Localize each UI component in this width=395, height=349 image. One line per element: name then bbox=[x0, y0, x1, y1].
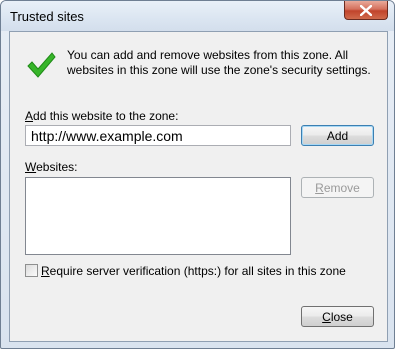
window-title: Trusted sites bbox=[10, 9, 84, 24]
close-icon bbox=[360, 4, 372, 16]
zone-description: You can add and remove websites from thi… bbox=[67, 48, 371, 77]
trusted-sites-dialog: Trusted sites You can add and remove web… bbox=[0, 0, 395, 349]
add-button[interactable]: Add bbox=[301, 125, 374, 146]
require-https-checkbox[interactable] bbox=[25, 264, 38, 277]
websites-list[interactable] bbox=[25, 177, 291, 255]
require-https-label[interactable]: Require server verification (https:) for… bbox=[41, 264, 346, 278]
add-website-label: Add this website to the zone: bbox=[25, 109, 179, 123]
dialog-content: You can add and remove websites from thi… bbox=[9, 31, 388, 342]
remove-button[interactable]: Remove bbox=[301, 177, 374, 198]
close-button[interactable]: Close bbox=[301, 306, 374, 327]
title-bar[interactable]: Trusted sites bbox=[1, 1, 394, 31]
window-close-button[interactable] bbox=[344, 1, 388, 20]
websites-label: Websites: bbox=[25, 160, 78, 174]
website-url-input[interactable] bbox=[25, 125, 291, 146]
checkmark-icon bbox=[27, 52, 56, 78]
